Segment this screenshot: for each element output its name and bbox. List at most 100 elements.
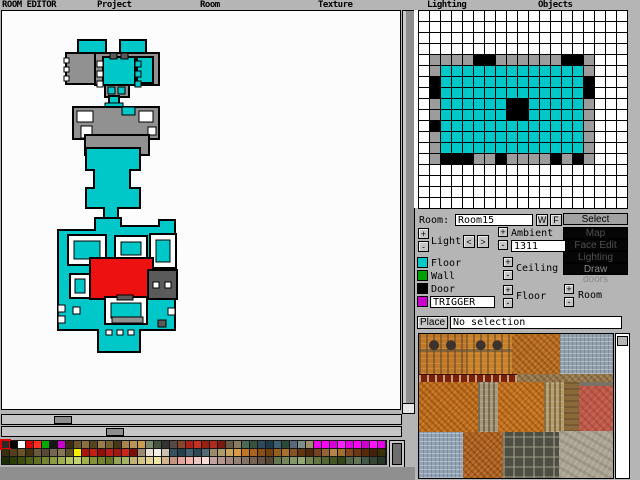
grid-cell[interactable]: [573, 187, 584, 198]
palette-swatch[interactable]: [314, 457, 321, 464]
grid-cell[interactable]: [551, 121, 562, 132]
grid-cell[interactable]: [595, 110, 606, 121]
palette-swatch[interactable]: [346, 449, 353, 456]
grid-cell[interactable]: [540, 132, 551, 143]
grid-cell[interactable]: [573, 143, 584, 154]
grid-cell[interactable]: [441, 110, 452, 121]
grid-cell[interactable]: [584, 22, 595, 33]
grid-cell[interactable]: [562, 143, 573, 154]
grid-cell[interactable]: [485, 132, 496, 143]
grid-cell[interactable]: [463, 198, 474, 209]
grid-cell[interactable]: [452, 198, 463, 209]
grid-cell[interactable]: [463, 22, 474, 33]
palette-swatch[interactable]: [186, 457, 193, 464]
face-edit-button[interactable]: Face Edit: [563, 239, 628, 251]
grid-cell[interactable]: [452, 143, 463, 154]
palette-swatch[interactable]: [226, 449, 233, 456]
grid-cell[interactable]: [584, 165, 595, 176]
grid-cell[interactable]: [617, 11, 628, 22]
texture-tile-greek-key-dark[interactable]: [503, 432, 559, 478]
grid-cell[interactable]: [529, 88, 540, 99]
grid-cell[interactable]: [584, 99, 595, 110]
map-shape-hole[interactable]: [164, 281, 172, 289]
grid-cell[interactable]: [573, 22, 584, 33]
light-minus-button[interactable]: -: [418, 241, 429, 252]
map-shape-hole[interactable]: [134, 60, 142, 68]
grid-cell[interactable]: [419, 66, 430, 77]
palette-swatch[interactable]: [26, 441, 33, 448]
grid-cell[interactable]: [430, 66, 441, 77]
grid-cell[interactable]: [584, 143, 595, 154]
grid-cell[interactable]: [595, 33, 606, 44]
grid-cell[interactable]: [595, 176, 606, 187]
grid-cell[interactable]: [584, 44, 595, 55]
grid-cell[interactable]: [562, 66, 573, 77]
grid-cell[interactable]: [496, 55, 507, 66]
map-shape-room-floor[interactable]: [155, 239, 171, 263]
grid-cell[interactable]: [474, 132, 485, 143]
palette-swatch[interactable]: [170, 441, 177, 448]
palette-swatch[interactable]: [194, 441, 201, 448]
grid-cell[interactable]: [617, 110, 628, 121]
map-shape-hole[interactable]: [72, 306, 81, 315]
grid-cell[interactable]: [595, 132, 606, 143]
palette-swatch[interactable]: [74, 441, 81, 448]
palette-swatch[interactable]: [370, 457, 377, 464]
grid-cell[interactable]: [551, 154, 562, 165]
grid-cell[interactable]: [485, 22, 496, 33]
grid-cell[interactable]: [474, 176, 485, 187]
palette-swatch[interactable]: [354, 457, 361, 464]
grid-cell[interactable]: [507, 143, 518, 154]
grid-cell[interactable]: [463, 110, 474, 121]
floor-minus-button[interactable]: -: [503, 298, 513, 308]
palette-swatch[interactable]: [362, 449, 369, 456]
grid-cell[interactable]: [485, 143, 496, 154]
grid-cell[interactable]: [474, 55, 485, 66]
grid-cell[interactable]: [573, 110, 584, 121]
grid-cell[interactable]: [617, 187, 628, 198]
palette-swatch[interactable]: [90, 441, 97, 448]
palette-swatch[interactable]: [26, 457, 33, 464]
grid-cell[interactable]: [573, 88, 584, 99]
grid-cell[interactable]: [485, 165, 496, 176]
wall-mode-button[interactable]: W: [536, 214, 548, 226]
palette-swatch[interactable]: [2, 449, 9, 456]
grid-cell[interactable]: [485, 55, 496, 66]
map-shape-notch[interactable]: [63, 57, 70, 64]
palette-swatch[interactable]: [34, 449, 41, 456]
grid-cell[interactable]: [518, 77, 529, 88]
palette-swatch[interactable]: [346, 441, 353, 448]
grid-cell[interactable]: [617, 132, 628, 143]
grid-cell[interactable]: [518, 187, 529, 198]
ambient-minus-button[interactable]: -: [498, 240, 508, 250]
grid-cell[interactable]: [617, 99, 628, 110]
palette-swatch[interactable]: [250, 441, 257, 448]
texture-tile-beige-stone[interactable]: [559, 431, 613, 478]
grid-cell[interactable]: [441, 11, 452, 22]
palette-swatch[interactable]: [266, 441, 273, 448]
grid-cell[interactable]: [595, 11, 606, 22]
palette-swatch[interactable]: [90, 449, 97, 456]
palette-swatch[interactable]: [282, 457, 289, 464]
palette-swatch[interactable]: [162, 449, 169, 456]
grid-cell[interactable]: [452, 154, 463, 165]
grid-cell[interactable]: [430, 121, 441, 132]
grid-cell[interactable]: [485, 198, 496, 209]
grid-cell[interactable]: [419, 176, 430, 187]
grid-cell[interactable]: [595, 187, 606, 198]
texture-tile-aztec-face-tile[interactable]: [466, 334, 512, 374]
grid-cell[interactable]: [485, 44, 496, 55]
grid-cell[interactable]: [529, 77, 540, 88]
palette-swatch[interactable]: [242, 441, 249, 448]
grid-cell[interactable]: [617, 33, 628, 44]
menu-item-project[interactable]: Project: [97, 0, 132, 10]
draw-doors-button[interactable]: Draw doors: [563, 263, 628, 285]
grid-cell[interactable]: [441, 33, 452, 44]
grid-cell[interactable]: [551, 132, 562, 143]
map-shape-hole[interactable]: [147, 126, 157, 136]
grid-cell[interactable]: [430, 88, 441, 99]
grid-cell[interactable]: [419, 198, 430, 209]
grid-cell[interactable]: [573, 198, 584, 209]
grid-cell[interactable]: [573, 44, 584, 55]
palette-swatch[interactable]: [58, 449, 65, 456]
